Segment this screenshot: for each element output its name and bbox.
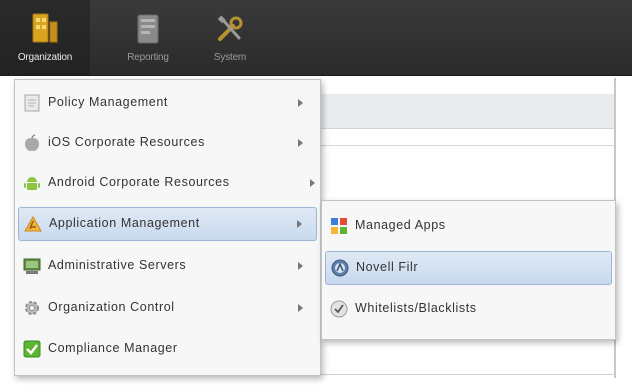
menu-item-application-management[interactable]: Application Management [18, 207, 317, 241]
document-icon [23, 94, 41, 112]
android-icon [23, 174, 41, 192]
server-icon [23, 257, 41, 275]
submenu-item-novell-filr[interactable]: Novell Filr [325, 251, 612, 285]
reporting-icon [137, 14, 159, 47]
submenu-item-managed-apps[interactable]: Managed Apps [325, 209, 612, 243]
menu-item-label: Compliance Manager [48, 341, 178, 355]
checkmark-icon [23, 340, 41, 358]
menu-item-label: Administrative Servers [48, 258, 187, 272]
system-tab[interactable]: System [196, 0, 264, 75]
menu-item-label: Organization Control [48, 300, 175, 314]
app-store-icon [24, 215, 42, 233]
reporting-tab[interactable]: Reporting [108, 0, 188, 75]
gear-icon [23, 299, 41, 317]
menu-item-compliance-manager[interactable]: Compliance Manager [18, 332, 317, 366]
reporting-label: Reporting [127, 52, 169, 63]
organization-tab[interactable]: Organization [0, 0, 90, 75]
submenu-item-whitelists-blacklists[interactable]: Whitelists/Blacklists [325, 292, 612, 326]
shield-icon [330, 300, 348, 318]
menu-item-ios-corporate-resources[interactable]: iOS Corporate Resources [18, 126, 317, 160]
menu-item-label: Application Management [49, 216, 200, 230]
divider [320, 145, 616, 146]
menu-item-android-corporate-resources[interactable]: Android Corporate Resources [18, 166, 317, 200]
submenu-item-label: Novell Filr [356, 260, 419, 274]
system-label: System [213, 52, 247, 63]
menu-item-label: Android Corporate Resources [48, 175, 230, 189]
submenu-item-label: Whitelists/Blacklists [355, 301, 477, 315]
menu-item-label: Policy Management [48, 95, 168, 109]
submenu-arrow-icon [297, 220, 302, 228]
submenu-arrow-icon [310, 179, 315, 187]
submenu-arrow-icon [298, 262, 303, 270]
apple-icon [23, 134, 41, 152]
menu-item-administrative-servers[interactable]: Administrative Servers [18, 249, 317, 283]
tools-icon [215, 14, 245, 47]
submenu-item-label: Managed Apps [355, 218, 446, 232]
apps-grid-icon [330, 217, 348, 235]
application-management-submenu: Managed Apps Novell Filr Whitelists/Blac… [321, 200, 616, 340]
filr-icon [331, 259, 349, 277]
menu-item-organization-control[interactable]: Organization Control [18, 291, 317, 325]
menu-item-policy-management[interactable]: Policy Management [18, 86, 317, 120]
organization-menu: Policy Management iOS Corporate Resource… [14, 79, 321, 376]
submenu-arrow-icon [298, 139, 303, 147]
submenu-arrow-icon [298, 99, 303, 107]
organization-icon [32, 12, 58, 47]
menu-item-label: iOS Corporate Resources [48, 135, 205, 149]
divider [320, 374, 616, 375]
page-header-band [320, 94, 616, 129]
submenu-arrow-icon [298, 304, 303, 312]
organization-label: Organization [17, 52, 73, 63]
top-toolbar: Organization Reporting System [0, 0, 632, 76]
